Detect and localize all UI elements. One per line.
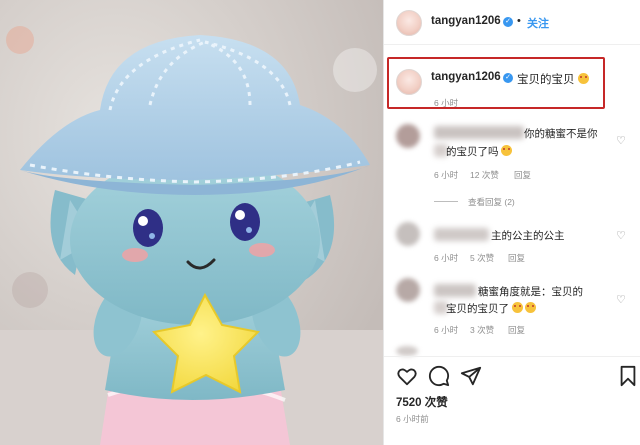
comment-reply-button[interactable]: 回复 [514, 169, 531, 181]
emoji-icon [511, 302, 523, 313]
separator-dot: • [517, 15, 521, 27]
blurred-username [434, 126, 524, 139]
follow-button[interactable]: 关注 [527, 15, 549, 31]
comment-like-heart-icon[interactable]: ♡ [616, 229, 626, 242]
post-header: tangyan1206 ✓ • 关注 [384, 0, 640, 45]
comment-like-heart-icon[interactable]: ♡ [616, 134, 626, 147]
comment-avatar[interactable] [396, 222, 420, 246]
comment-time: 6 小时 [434, 253, 459, 263]
comment-text-line: 糖蜜角度就是：宝贝的 [478, 286, 583, 298]
post-photo [0, 0, 383, 445]
replies-divider [434, 201, 458, 202]
comment-likes[interactable]: 3 次赞 [470, 324, 494, 336]
comment-time: 6 小时 [434, 170, 459, 180]
heart-eyes-emoji-icon [577, 73, 589, 84]
bookmark-icon[interactable] [618, 365, 638, 387]
heart-eyes-emoji-icon [524, 302, 536, 313]
header-username[interactable]: tangyan1206 [431, 15, 501, 27]
caption-username[interactable]: tangyan1206 [431, 71, 501, 83]
avatar[interactable] [396, 10, 422, 36]
instagram-post-screenshot: tangyan1206 ✓ • 关注 tangyan1206 ✓ 宝贝的宝贝 6… [0, 0, 640, 445]
action-bar [384, 365, 640, 389]
caption-avatar[interactable] [396, 69, 422, 95]
emoji-icon [501, 145, 513, 156]
comment-time: 6 小时 [434, 325, 459, 335]
blurred-username [434, 284, 476, 297]
caption-text: 宝贝的宝贝 [517, 71, 589, 87]
view-replies-button[interactable]: 查看回复 (2) [468, 196, 515, 208]
verified-icon: ✓ [503, 17, 513, 27]
caption-time: 6 小时 [434, 98, 459, 108]
comment-icon[interactable] [428, 365, 450, 387]
comment-reply-button[interactable]: 回复 [508, 324, 525, 336]
comment-text-line: 主的公主的公主 [491, 230, 565, 242]
comment-like-heart-icon[interactable]: ♡ [616, 293, 626, 306]
comment-text-line: 你的糖蜜不是你 [524, 128, 598, 140]
comment-avatar [396, 346, 418, 356]
post-sidebar: tangyan1206 ✓ • 关注 tangyan1206 ✓ 宝贝的宝贝 6… [383, 0, 640, 445]
actions-divider [384, 356, 640, 357]
plush-toy-image [0, 0, 383, 445]
post-time: 6 小时前 [396, 414, 429, 424]
heart-icon[interactable] [396, 365, 418, 387]
likes-count[interactable]: 7520 次赞 [396, 394, 448, 410]
share-icon[interactable] [460, 365, 482, 387]
comment-reply-button[interactable]: 回复 [508, 252, 525, 264]
comment-likes[interactable]: 5 次赞 [470, 252, 494, 264]
comment-avatar[interactable] [396, 278, 420, 302]
comment-text-line: 的宝贝了吗 [446, 144, 513, 159]
blurred-username [434, 228, 489, 241]
comment-avatar[interactable] [396, 124, 420, 148]
comment-likes[interactable]: 12 次赞 [470, 169, 499, 181]
comment-text-line: 宝贝的宝贝了 [446, 301, 536, 316]
caption-verified-icon: ✓ [503, 73, 513, 83]
